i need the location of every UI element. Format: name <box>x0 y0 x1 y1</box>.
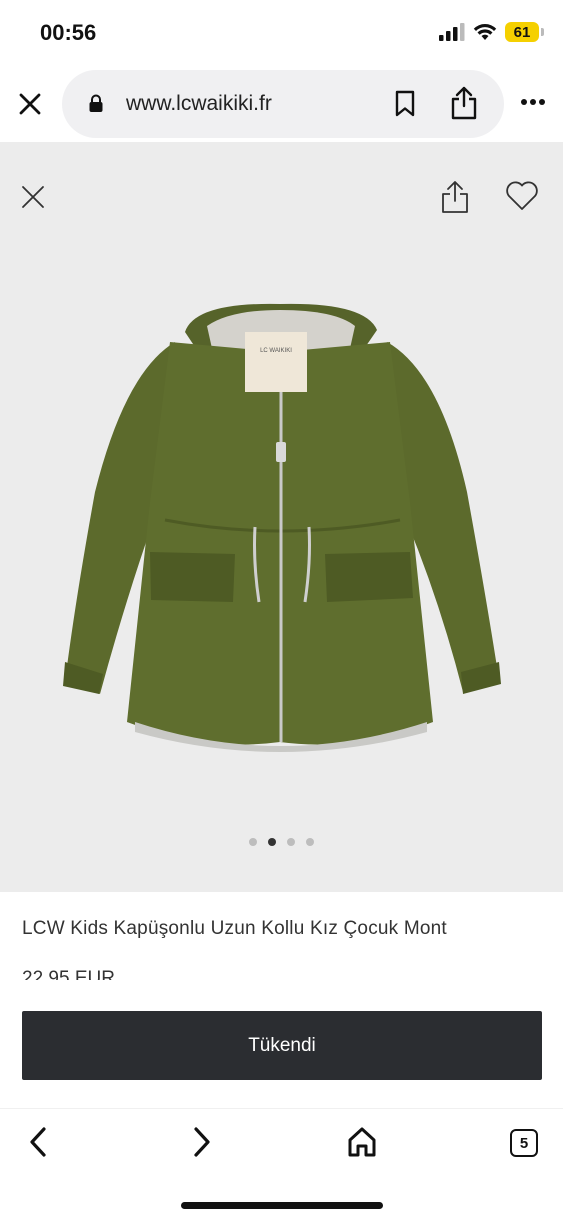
product-title: LCW Kids Kapüşonlu Uzun Kollu Kız Çocuk … <box>22 918 447 939</box>
product-image: LC WAIKIKI <box>63 303 501 752</box>
status-bar: 00:56 61 <box>0 0 563 68</box>
pagination-dot[interactable] <box>287 838 295 846</box>
url-text: www.lcwaikiki.fr <box>126 92 272 115</box>
close-icon[interactable] <box>20 184 46 210</box>
status-time: 00:56 <box>40 20 97 45</box>
bookmark-icon[interactable] <box>394 90 416 118</box>
price-container: 22,95 EUR <box>22 964 322 980</box>
home-indicator <box>181 1202 383 1209</box>
gallery-pagination <box>0 838 563 846</box>
more-options-icon[interactable] <box>520 98 546 106</box>
lock-icon <box>89 94 103 112</box>
browser-bottom-bar: 5 <box>0 1108 563 1218</box>
pagination-dot[interactable] <box>249 838 257 846</box>
pagination-dot[interactable] <box>268 838 276 846</box>
product-price: 22,95 EUR <box>22 968 115 980</box>
back-icon[interactable] <box>24 1125 54 1159</box>
pagination-dot[interactable] <box>306 838 314 846</box>
tabs-button[interactable]: 5 <box>510 1129 538 1157</box>
share-icon[interactable] <box>440 180 470 214</box>
share-icon[interactable] <box>450 86 478 120</box>
brand-tag-text: LC WAIKIKI <box>260 348 292 354</box>
battery-indicator: 61 <box>505 22 544 42</box>
forward-icon[interactable] <box>186 1125 216 1159</box>
home-icon[interactable] <box>346 1125 378 1159</box>
wifi-icon <box>473 24 497 40</box>
product-image-gallery[interactable]: LC WAIKIKI <box>0 142 563 892</box>
sold-out-button[interactable]: Tükendi <box>22 1011 542 1080</box>
status-icons: 61 <box>439 22 544 42</box>
address-bar[interactable]: www.lcwaikiki.fr <box>62 70 504 138</box>
cellular-signal-icon <box>439 23 465 41</box>
heart-icon[interactable] <box>504 180 540 212</box>
close-tab-button[interactable] <box>14 88 46 120</box>
close-icon <box>19 93 41 115</box>
browser-toolbar: www.lcwaikiki.fr <box>0 68 563 142</box>
